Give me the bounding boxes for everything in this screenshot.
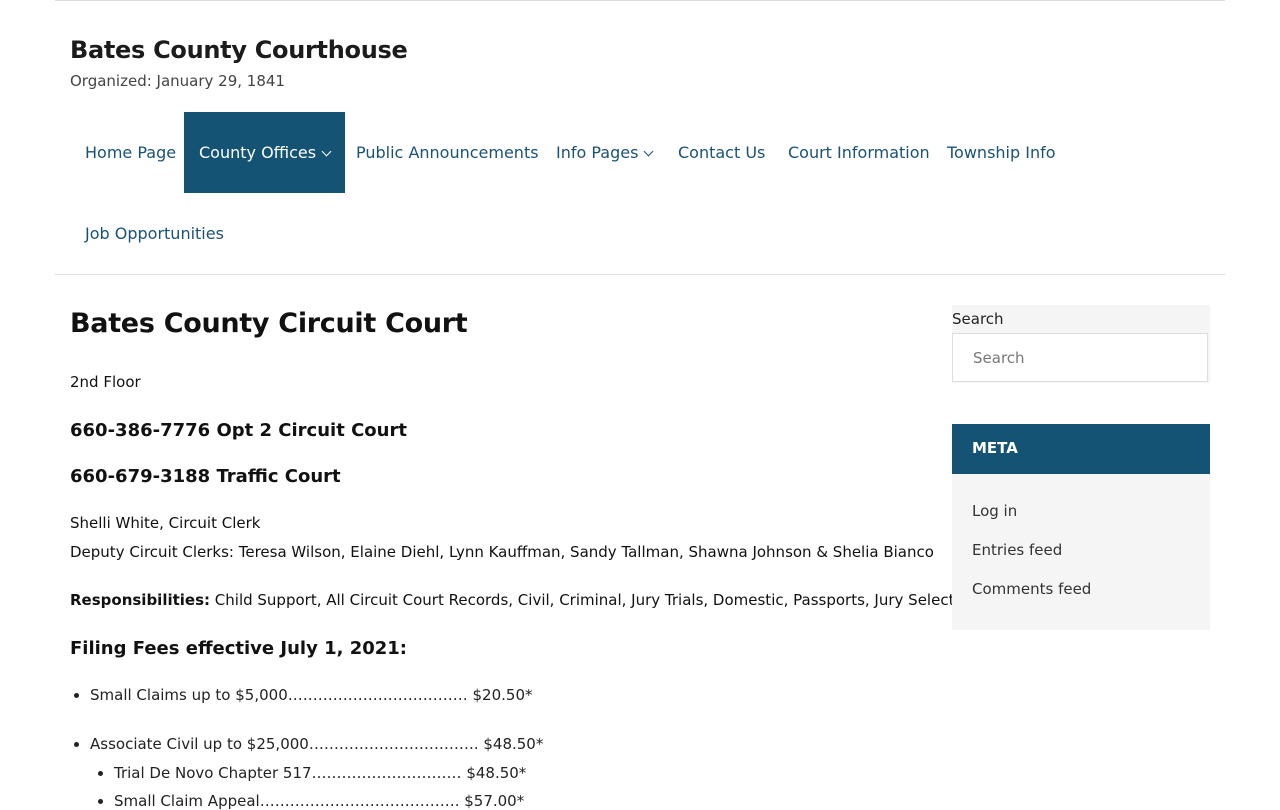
nav-item-label: Home Page — [85, 143, 177, 162]
nav-item-label: Job Opportunities — [85, 224, 224, 243]
phone-circuit-court: 660-386-7776 Opt 2 Circuit Court — [70, 420, 407, 441]
search-input[interactable] — [952, 333, 1208, 382]
meta-widget: META Log in Entries feed Comments feed — [952, 424, 1210, 630]
fee-text: Small Claim Appeal…………………………………. $57.00* — [114, 792, 525, 810]
list-item: Associate Civil up to $25,000……………………………… — [74, 735, 544, 753]
meta-link-log-in[interactable]: Log in — [972, 502, 1017, 520]
responsibilities-label: Responsibilities: — [70, 591, 211, 609]
nav-item-label: Court Information — [788, 143, 930, 162]
chevron-down-icon — [643, 146, 654, 157]
nav-item-label: Contact Us — [678, 143, 766, 162]
nav-item-label: Public Announcements — [356, 143, 539, 162]
bullet-icon — [74, 742, 79, 747]
nav-item-court-information[interactable]: Court Information — [773, 112, 945, 193]
site-title[interactable]: Bates County Courthouse — [70, 36, 408, 64]
page-title: Bates County Circuit Court — [70, 308, 468, 339]
phone-traffic-court: 660-679-3188 Traffic Court — [70, 466, 341, 487]
nav-item-contact-us[interactable]: Contact Us — [663, 112, 780, 193]
fee-text: Associate Civil up to $25,000……………………………… — [90, 735, 544, 753]
floor-text: 2nd Floor — [70, 373, 141, 391]
top-divider — [55, 0, 1225, 1]
list-item: Trial De Novo Chapter 517………………………… $48.… — [98, 764, 527, 782]
meta-header: META — [952, 424, 1210, 474]
header-divider — [55, 274, 1225, 275]
filing-fees-heading: Filing Fees effective July 1, 2021: — [70, 638, 407, 659]
nav-item-township-info[interactable]: Township Info — [932, 112, 1071, 193]
circuit-clerk: Shelli White, Circuit Clerk — [70, 514, 261, 532]
site-description: Organized: January 29, 1841 — [70, 72, 285, 90]
deputy-clerks: Deputy Circuit Clerks: Teresa Wilson, El… — [70, 543, 934, 561]
search-label: Search — [952, 310, 1004, 328]
chevron-down-icon — [321, 146, 332, 157]
search-widget: Search — [952, 305, 1210, 383]
fee-text: Trial De Novo Chapter 517………………………… $48.… — [114, 764, 527, 782]
list-item: Small Claims up to $5,000……………………………… $2… — [74, 686, 533, 704]
nav-item-info-pages[interactable]: Info Pages — [541, 112, 667, 193]
nav-item-county-offices[interactable]: County Offices — [184, 112, 346, 193]
bullet-icon — [98, 771, 103, 776]
nav-item-label: Township Info — [947, 143, 1056, 162]
meta-title: META — [972, 439, 1018, 457]
meta-link-comments-feed[interactable]: Comments feed — [972, 580, 1091, 598]
nav-item-job-opportunities[interactable]: Job Opportunities — [70, 193, 239, 274]
nav-item-label: County Offices — [199, 143, 317, 162]
responsibilities-text: Child Support, All Circuit Court Records… — [210, 591, 978, 609]
nav-item-public-announcements[interactable]: Public Announcements — [341, 112, 554, 193]
nav-item-home-page[interactable]: Home Page — [70, 112, 191, 193]
meta-link-entries-feed[interactable]: Entries feed — [972, 541, 1062, 559]
nav-item-label: Info Pages — [556, 143, 639, 162]
list-item: Small Claim Appeal…………………………………. $57.00* — [98, 792, 525, 810]
fee-text: Small Claims up to $5,000……………………………… $2… — [90, 686, 533, 704]
bullet-icon — [74, 693, 79, 698]
responsibilities: Responsibilities: Child Support, All Cir… — [70, 591, 977, 609]
